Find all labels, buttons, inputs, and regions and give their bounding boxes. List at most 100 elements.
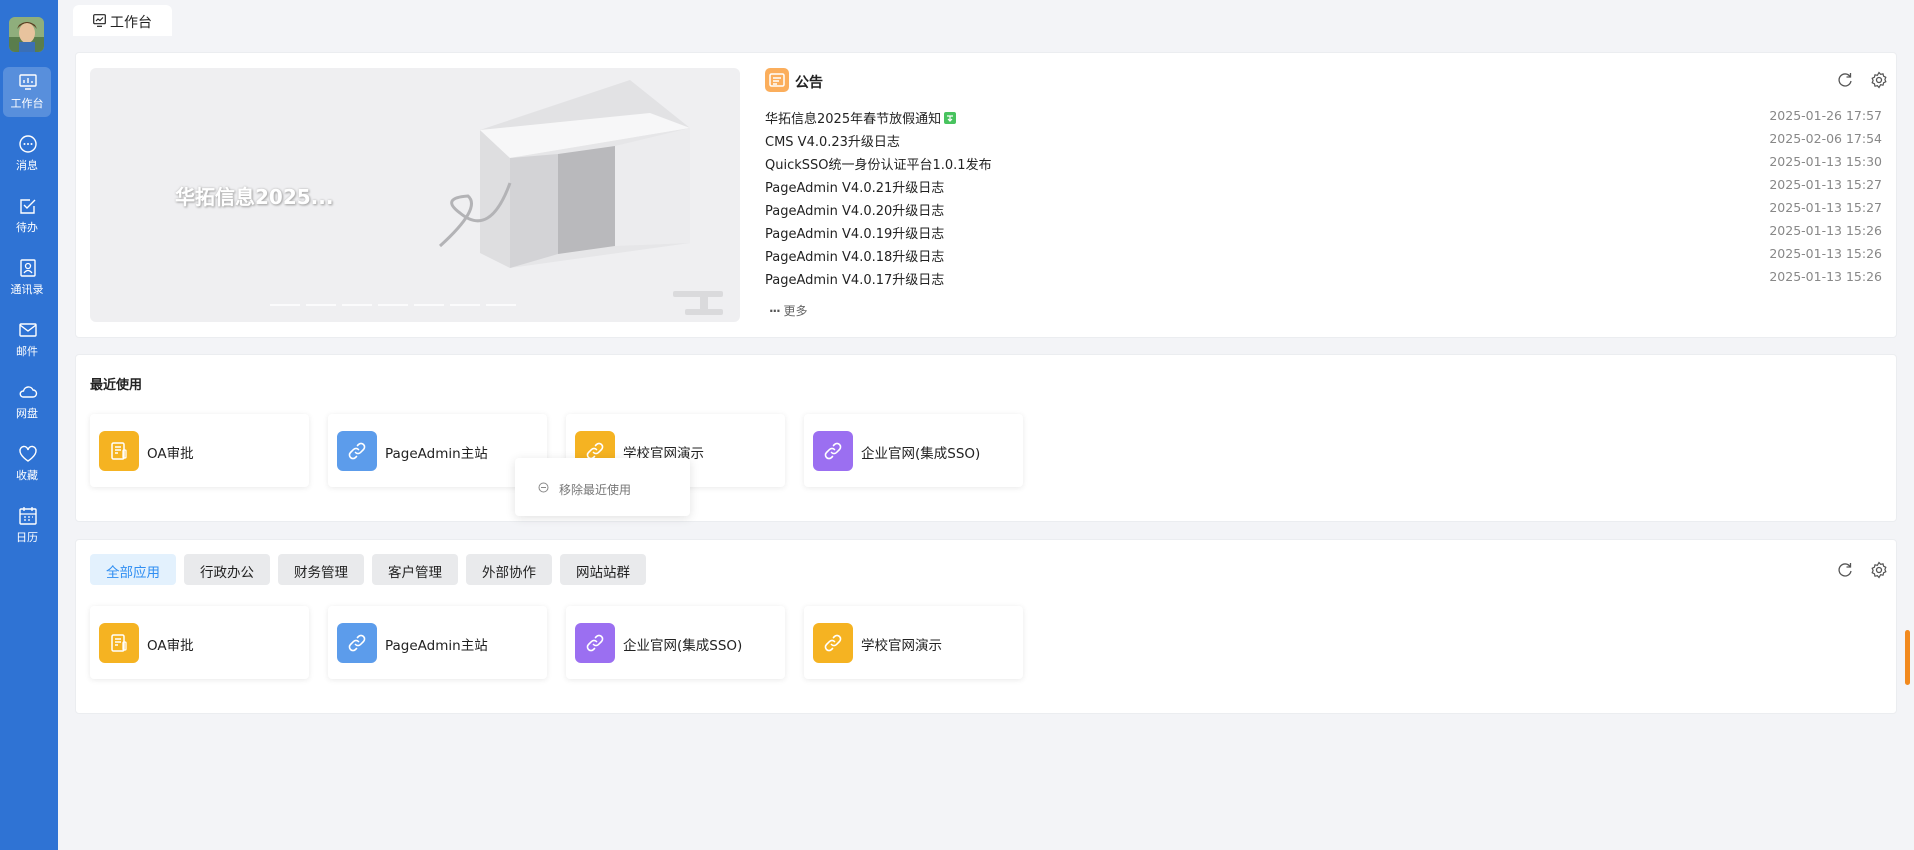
gear-icon[interactable] [1870, 71, 1888, 89]
sidebar-item-cloud[interactable]: 网盘 [3, 377, 51, 427]
notice-item[interactable]: PageAdmin V4.0.21升级日志 2025-01-13 15:27 [765, 175, 1882, 198]
category-tab-external[interactable]: 外部协作 [466, 554, 552, 585]
cloud-icon [19, 386, 38, 398]
link-icon [586, 634, 604, 652]
notice-item-date: 2025-02-06 17:54 [1769, 131, 1882, 146]
app-label: PageAdmin主站 [385, 446, 488, 462]
more-label: 更多 [783, 304, 808, 318]
heart-icon [19, 445, 37, 462]
category-tab-customer[interactable]: 客户管理 [372, 554, 458, 585]
sidebar-item-label: 工作台 [10, 97, 44, 110]
category-tab-sites[interactable]: 网站站群 [560, 554, 646, 585]
app-label: OA审批 [147, 638, 194, 654]
app-icon [575, 623, 615, 663]
tab-dashboard[interactable]: 工作台 [73, 5, 172, 36]
notice-list: 华拓信息2025年春节放假通知 2025-01-26 17:57 CMS V4.… [765, 106, 1882, 290]
contacts-icon [20, 259, 36, 277]
notice-item[interactable]: PageAdmin V4.0.18升级日志 2025-01-13 15:26 [765, 244, 1882, 267]
notice-item-title: PageAdmin V4.0.20升级日志 [765, 204, 945, 219]
sidebar-item-label: 待办 [16, 221, 38, 234]
sidebar-item-label: 收藏 [16, 469, 38, 482]
sidebar-item-contacts[interactable]: 通讯录 [3, 253, 51, 303]
notice-item-title: PageAdmin V4.0.21升级日志 [765, 181, 945, 196]
notice-item-date: 2025-01-13 15:26 [1769, 246, 1882, 261]
app-card[interactable]: 学校官网演示 [804, 606, 1023, 679]
notice-item[interactable]: 华拓信息2025年春节放假通知 2025-01-26 17:57 [765, 106, 1882, 129]
link-icon [824, 634, 842, 652]
app-card[interactable]: OA审批 [90, 606, 309, 679]
notice-item-title: 华拓信息2025年春节放假通知 [765, 112, 942, 127]
sidebar: 工作台 消息 待办 通讯录 邮件 网盘 收藏 日历 [0, 0, 58, 850]
app-label: 企业官网(集成SSO) [861, 446, 981, 462]
banner-carousel[interactable]: 华拓信息2025... [90, 68, 740, 322]
category-label: 行政办公 [200, 565, 254, 581]
notice-title: 公告 [795, 75, 823, 91]
link-icon [348, 634, 366, 652]
app-card[interactable]: OA审批 [90, 414, 309, 487]
category-label: 网站站群 [576, 565, 630, 581]
sidebar-item-calendar[interactable]: 日历 [3, 501, 51, 551]
category-tab-all[interactable]: 全部应用 [90, 554, 176, 585]
sidebar-item-favorites[interactable]: 收藏 [3, 439, 51, 489]
app-icon [337, 623, 377, 663]
notice-item-title: PageAdmin V4.0.19升级日志 [765, 227, 945, 242]
notice-item[interactable]: PageAdmin V4.0.19升级日志 2025-01-13 15:26 [765, 221, 1882, 244]
tab-label: 工作台 [110, 15, 152, 31]
remove-circle-icon [538, 482, 549, 493]
context-menu: 移除最近使用 [515, 458, 690, 516]
category-label: 财务管理 [294, 565, 348, 581]
app-label: PageAdmin主站 [385, 638, 488, 654]
app-card[interactable]: 企业官网(集成SSO) [804, 414, 1023, 487]
sidebar-item-mail[interactable]: 邮件 [3, 315, 51, 365]
app-icon [337, 431, 377, 471]
document-icon [111, 634, 127, 652]
todo-icon [20, 199, 36, 214]
sidebar-item-label: 消息 [16, 159, 38, 172]
notice-item-date: 2025-01-13 15:26 [1769, 269, 1882, 284]
notice-item-date: 2025-01-13 15:30 [1769, 154, 1882, 169]
category-tab-admin[interactable]: 行政办公 [184, 554, 270, 585]
notice-panel: 华拓信息2025... 公告 华拓信息2025年春节放假通知 2025-01-2… [75, 52, 1897, 338]
banner-title: 华拓信息2025... [175, 185, 334, 209]
dashboard-icon [93, 14, 106, 27]
app-icon [99, 431, 139, 471]
remove-recent-menu-item[interactable]: 移除最近使用 [559, 481, 631, 498]
notice-item-title: PageAdmin V4.0.18升级日志 [765, 250, 945, 265]
link-icon [348, 442, 366, 460]
notice-item[interactable]: PageAdmin V4.0.20升级日志 2025-01-13 15:27 [765, 198, 1882, 221]
app-icon [99, 623, 139, 663]
avatar[interactable] [9, 17, 44, 52]
calendar-icon [19, 507, 37, 525]
sidebar-item-messages[interactable]: 消息 [3, 129, 51, 179]
category-tab-finance[interactable]: 财务管理 [278, 554, 364, 585]
app-icon [813, 431, 853, 471]
sidebar-item-dashboard[interactable]: 工作台 [3, 67, 51, 117]
app-label: OA审批 [147, 446, 194, 462]
mail-icon [19, 323, 37, 337]
app-card[interactable]: PageAdmin主站 [328, 606, 547, 679]
notice-item[interactable]: CMS V4.0.23升级日志 2025-02-06 17:54 [765, 129, 1882, 152]
app-card[interactable]: 企业官网(集成SSO) [566, 606, 785, 679]
notice-item-title: PageAdmin V4.0.17升级日志 [765, 273, 945, 288]
message-icon [19, 135, 37, 153]
notice-item[interactable]: QuickSSO统一身份认证平台1.0.1发布 2025-01-13 15:30 [765, 152, 1882, 175]
refresh-icon[interactable] [1836, 561, 1854, 579]
app-label: 企业官网(集成SSO) [623, 638, 743, 654]
notice-item-title: QuickSSO统一身份认证平台1.0.1发布 [765, 158, 992, 173]
refresh-icon[interactable] [1836, 71, 1854, 89]
scroll-indicator[interactable] [1905, 630, 1910, 685]
sidebar-item-label: 通讯录 [10, 283, 44, 296]
sidebar-item-todo[interactable]: 待办 [3, 191, 51, 241]
new-badge-icon [944, 112, 957, 124]
gear-icon[interactable] [1870, 561, 1888, 579]
tab-bar: 工作台 [58, 0, 1914, 36]
notice-item-date: 2025-01-26 17:57 [1769, 108, 1882, 123]
more-link[interactable]: ··· 更多 [769, 302, 808, 319]
sidebar-item-label: 网盘 [16, 407, 38, 420]
apps-panel: 全部应用 行政办公 财务管理 客户管理 外部协作 网站站群 OA审批 PageA… [75, 539, 1897, 714]
link-icon [824, 442, 842, 460]
dashboard-icon [19, 74, 37, 90]
notice-item-title: CMS V4.0.23升级日志 [765, 135, 900, 150]
sidebar-item-label: 日历 [16, 531, 38, 544]
notice-item[interactable]: PageAdmin V4.0.17升级日志 2025-01-13 15:26 [765, 267, 1882, 290]
